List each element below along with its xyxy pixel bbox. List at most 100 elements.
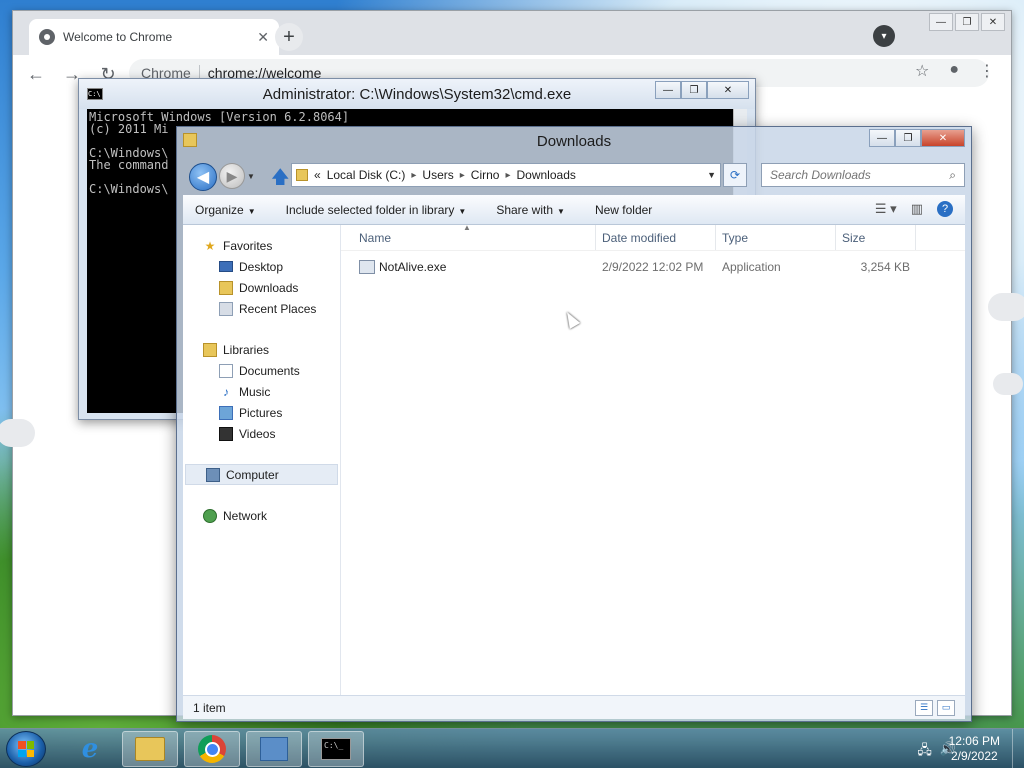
preview-pane-icon[interactable]: ▥ <box>911 201 923 217</box>
breadcrumb-downloads[interactable]: Downloads <box>517 168 576 182</box>
column-header-name[interactable]: ▲ Name <box>341 223 596 250</box>
recent-pages-dropdown-icon[interactable]: ▼ <box>247 172 255 181</box>
explorer-navbar: ◀ ▶ ▼ 🡅 « Local Disk (C:) ▸ Users ▸ Cirn… <box>177 159 971 193</box>
search-icon[interactable]: ⌕ <box>949 168 956 183</box>
music-note-icon: ♪ <box>223 384 229 399</box>
change-view-icon[interactable]: ☰ ▾ <box>875 201 897 217</box>
nav-documents[interactable]: Documents <box>183 360 340 381</box>
back-icon[interactable]: ← <box>25 64 47 85</box>
maximize-button[interactable]: ❐ <box>681 81 707 99</box>
file-name: NotAlive.exe <box>379 260 447 274</box>
column-label: Name <box>359 230 392 245</box>
new-folder-button[interactable]: New folder <box>595 203 652 217</box>
nav-music[interactable]: ♪ Music <box>183 381 340 402</box>
column-header-date[interactable]: Date modified <box>596 225 716 250</box>
nav-label: Pictures <box>239 405 283 420</box>
nav-favorites[interactable]: ★ Favorites <box>183 235 340 256</box>
nav-label: Documents <box>239 363 300 378</box>
close-button[interactable]: ✕ <box>707 81 749 99</box>
breadcrumb-chevron-icon[interactable]: ▸ <box>460 170 465 181</box>
start-button[interactable] <box>6 731 46 767</box>
close-button[interactable]: ✕ <box>921 129 965 147</box>
mouse-pointer-icon <box>561 309 581 329</box>
back-arrow-icon[interactable]: ◀ <box>189 163 217 191</box>
chrome-tab-search-icon[interactable]: ▾ <box>873 25 895 47</box>
navigation-pane: ★ Favorites Desktop Downloads Recent Pla… <box>183 225 341 695</box>
large-icons-view-icon[interactable]: ▭ <box>937 699 955 716</box>
new-tab-button[interactable]: + <box>275 23 303 51</box>
taskbar-ie-button[interactable]: e <box>62 731 118 767</box>
minimize-button[interactable]: — <box>869 129 895 147</box>
details-view-icon[interactable]: ☰ <box>915 699 933 716</box>
breadcrumb-chevron-icon[interactable]: ▸ <box>411 170 416 181</box>
nav-network[interactable]: Network <box>183 505 340 526</box>
minimize-button[interactable]: — <box>655 81 681 99</box>
column-header-size[interactable]: Size <box>836 225 916 250</box>
breadcrumb-overflow[interactable]: « <box>314 168 321 182</box>
network-group: Network <box>183 505 340 526</box>
status-view-buttons: ☰ ▭ <box>915 699 955 716</box>
file-row[interactable]: NotAlive.exe 2/9/2022 12:02 PM Applicati… <box>341 255 965 279</box>
breadcrumb-chevron-icon[interactable]: ▸ <box>505 170 510 181</box>
refresh-icon[interactable]: ⟳ <box>723 163 747 187</box>
file-date: 2/9/2022 12:02 PM <box>602 260 704 274</box>
up-arrow-icon[interactable]: 🡅 <box>271 165 290 195</box>
nav-label: Favorites <box>223 238 273 253</box>
show-desktop-button[interactable] <box>1012 729 1024 768</box>
nav-label: Recent Places <box>239 301 317 316</box>
search-input[interactable] <box>770 168 940 182</box>
nav-videos[interactable]: Videos <box>183 423 340 444</box>
maximize-button[interactable]: ❐ <box>955 13 979 31</box>
address-dropdown-icon[interactable]: ▼ <box>707 170 716 180</box>
address-folder-icon <box>296 169 308 181</box>
taskbar-cmd-button[interactable]: C:\_ <box>308 731 364 767</box>
explorer-body: ★ Favorites Desktop Downloads Recent Pla… <box>183 223 965 695</box>
chrome-tab-welcome[interactable]: Welcome to Chrome ✕ <box>29 19 279 55</box>
search-box[interactable]: ⌕ <box>761 163 965 187</box>
taskbar-clock[interactable]: 12:06 PM 2/9/2022 <box>949 734 1000 764</box>
nav-label: Downloads <box>239 280 299 295</box>
file-list: ▲ Name Date modified Type Size NotAlive.… <box>341 223 965 695</box>
nav-label: Music <box>239 384 271 399</box>
column-header-type[interactable]: Type <box>716 225 836 250</box>
chrome-menu-icon[interactable]: ⋮ <box>979 61 995 81</box>
explorer-titlebar[interactable]: Downloads — ❐ ✕ <box>177 127 971 159</box>
help-icon[interactable]: ? <box>937 201 953 217</box>
breadcrumb-local-disk[interactable]: Local Disk (C:) <box>327 168 406 182</box>
taskbar: e C:\_ 🖧 🔊 12:06 PM 2/9/2022 <box>0 728 1024 768</box>
include-in-library-button[interactable]: Include selected folder in library ▼ <box>286 203 467 217</box>
share-with-button[interactable]: Share with ▼ <box>496 203 565 217</box>
cmd-line: Microsoft Windows [Version 6.2.8064] <box>89 110 350 124</box>
close-button[interactable]: ✕ <box>981 13 1005 31</box>
organize-button[interactable]: Organize ▼ <box>195 203 256 217</box>
nav-recent-places[interactable]: Recent Places <box>183 298 340 319</box>
nav-downloads[interactable]: Downloads <box>183 277 340 298</box>
taskbar-chrome-button[interactable] <box>184 731 240 767</box>
chrome-toolbar-actions: ☆ ● ⋮ <box>915 61 995 81</box>
taskbar-explorer-button[interactable] <box>122 731 178 767</box>
explorer-window: Downloads — ❐ ✕ ◀ ▶ ▼ 🡅 « Local Disk (C:… <box>176 126 972 722</box>
breadcrumb-users[interactable]: Users <box>422 168 453 182</box>
decorative-blob <box>993 373 1023 395</box>
desktop-icon <box>219 261 233 272</box>
nav-computer[interactable]: Computer <box>185 464 338 485</box>
pictures-icon <box>219 405 233 420</box>
bookmark-star-icon[interactable]: ☆ <box>915 61 929 81</box>
clock-date: 2/9/2022 <box>950 749 998 763</box>
cmd-titlebar[interactable]: C:\ Administrator: C:\Windows\System32\c… <box>79 79 755 109</box>
profile-icon[interactable]: ● <box>949 61 959 81</box>
minimize-button[interactable]: — <box>929 13 953 31</box>
network-status-icon[interactable]: 🖧 <box>917 741 932 763</box>
nav-desktop[interactable]: Desktop <box>183 256 340 277</box>
nav-libraries[interactable]: Libraries <box>183 339 340 360</box>
address-bar[interactable]: « Local Disk (C:) ▸ Users ▸ Cirno ▸ Down… <box>291 163 721 187</box>
item-count: 1 item <box>193 700 226 715</box>
nav-pictures[interactable]: Pictures <box>183 402 340 423</box>
taskbar-control-panel-button[interactable] <box>246 731 302 767</box>
computer-group: Computer <box>183 464 340 485</box>
tab-close-icon[interactable]: ✕ <box>257 29 269 46</box>
forward-arrow-icon[interactable]: ▶ <box>219 163 245 189</box>
column-label: Type <box>722 230 749 245</box>
maximize-button[interactable]: ❐ <box>895 129 921 147</box>
breadcrumb-cirno[interactable]: Cirno <box>471 168 500 182</box>
